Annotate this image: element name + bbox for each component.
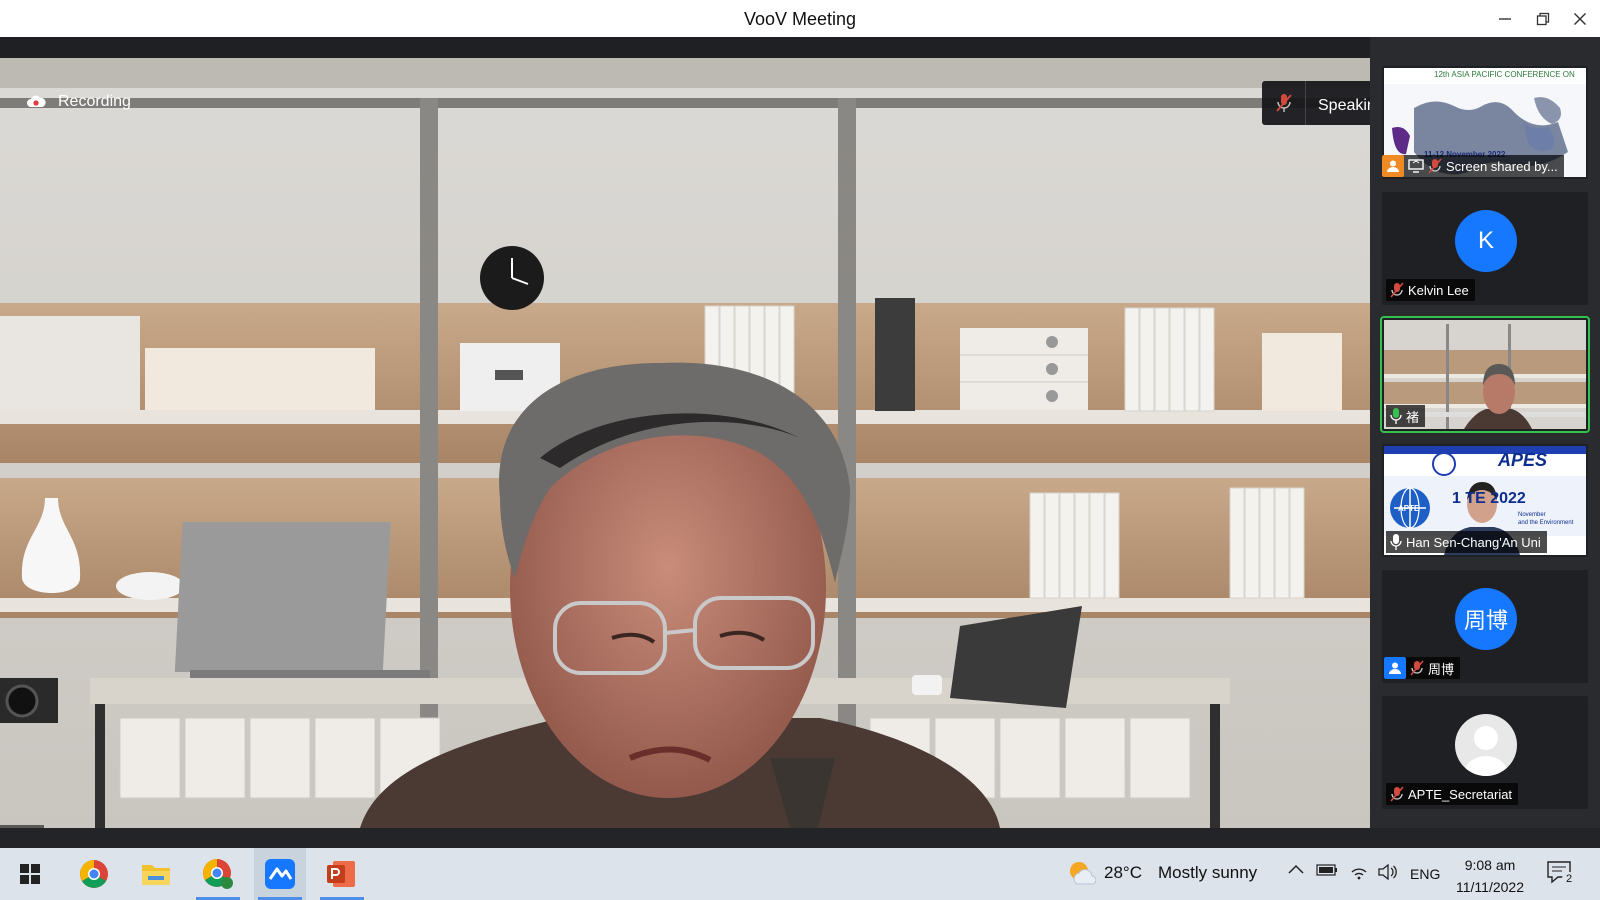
powerpoint-icon (327, 861, 355, 887)
mic-muted-icon (1410, 660, 1424, 676)
folder-icon (142, 865, 170, 885)
recording-label: Recording (58, 93, 131, 110)
conference-subtitle: and the Environment (1518, 520, 1574, 526)
recording-indicator[interactable]: Recording (26, 93, 131, 111)
close-icon (1574, 13, 1586, 25)
chrome-profile-icon (203, 859, 233, 889)
participant-label: Screen shared by... (1382, 155, 1564, 177)
main-stage: Recording Speaking: 褚; 褚 (0, 37, 1568, 847)
participant-panel: 12th ASIA PACIFIC CONFERENCE ON 11-12 No… (1370, 37, 1600, 828)
taskbar-chrome[interactable] (68, 848, 120, 900)
participant-label: Kelvin Lee (1386, 279, 1475, 301)
clock-time: 9:08 am (1464, 857, 1516, 873)
participant-label: APTE_Secretariat (1386, 783, 1519, 805)
window-title: VooV Meeting (743, 9, 857, 29)
battery-icon (1316, 864, 1337, 876)
chevron-up-icon (1288, 864, 1304, 874)
host-badge-icon (1382, 155, 1404, 177)
participant-label: Han Sen-Chang'An Uni (1386, 531, 1547, 553)
voov-meeting-icon (265, 859, 295, 889)
wifi-status[interactable] (1350, 864, 1368, 880)
clock-date: 11/11/2022 (1456, 879, 1524, 895)
wifi-icon (1351, 868, 1367, 880)
speaking-mic-slot (1262, 81, 1306, 125)
participant-tile-apte-secretariat[interactable]: APTE_Secretariat (1382, 696, 1588, 809)
conference-month: November (1518, 512, 1546, 518)
windows-icon (20, 864, 40, 884)
main-video[interactable] (0, 58, 1370, 828)
speaker-video-frame (0, 58, 1370, 828)
show-hidden-icons-button[interactable] (1288, 864, 1304, 874)
mic-active-icon (1390, 408, 1402, 424)
mic-muted-icon (1390, 786, 1404, 802)
avatar: K (1455, 210, 1517, 272)
participant-name: Screen shared by... (1446, 158, 1558, 174)
participant-tile-active-speaker[interactable]: 褚 (1380, 316, 1590, 433)
participant-name: Han Sen-Chang'An Uni (1406, 534, 1541, 550)
participant-label: 褚 (1386, 405, 1426, 427)
participant-name: APTE_Secretariat (1408, 786, 1513, 802)
mic-muted-icon (1275, 94, 1292, 112)
input-language[interactable]: ENG (1410, 866, 1440, 882)
conference-logo: APES (1498, 450, 1548, 470)
taskbar-voov-meeting[interactable] (254, 848, 306, 900)
notification-count: 2 (1562, 872, 1576, 886)
start-button[interactable] (4, 848, 56, 900)
participant-name: 周博 (1428, 661, 1455, 677)
speaker-icon (1378, 864, 1397, 880)
battery-status[interactable] (1316, 864, 1338, 876)
weather-desc: Mostly sunny (1157, 863, 1258, 882)
participant-name: Kelvin Lee (1408, 282, 1469, 298)
restore-icon (1536, 12, 1550, 26)
screen-share-icon (1408, 159, 1424, 173)
participant-tile-screen-share[interactable]: 12th ASIA PACIFIC CONFERENCE ON 11-12 No… (1382, 66, 1588, 179)
taskbar-powerpoint[interactable] (316, 848, 368, 900)
taskbar-file-explorer[interactable] (130, 848, 182, 900)
conference-seal: APTE (1398, 504, 1420, 513)
cohost-badge-icon (1384, 657, 1406, 679)
default-user-icon (1463, 726, 1509, 776)
cloud-recording-icon (27, 95, 46, 107)
close-button[interactable] (1565, 6, 1595, 32)
weather-widget[interactable]: 28°C Mostly sunny (1068, 860, 1257, 886)
shared-screen-banner: 12th ASIA PACIFIC CONFERENCE ON (1434, 70, 1575, 79)
chrome-icon (80, 860, 108, 888)
participant-tile-zhou-bo[interactable]: 周博 周博 (1382, 570, 1588, 683)
taskbar: 28°C Mostly sunny ENG 9:08 am 11/11/2022… (0, 828, 1600, 900)
participant-tile-kelvin-lee[interactable]: K Kelvin Lee (1382, 192, 1588, 305)
weather-temp: 28°C (1104, 863, 1142, 882)
minimize-button[interactable] (1490, 6, 1520, 32)
participant-name: 褚 (1406, 409, 1420, 425)
avatar: 周博 (1455, 588, 1517, 650)
mic-icon (1390, 534, 1402, 550)
title-bar: VooV Meeting (0, 0, 1600, 37)
participant-label: 周博 (1384, 657, 1461, 679)
participant-tile-han-sen[interactable]: APES 1 TE 2022 November and the Environm… (1382, 444, 1588, 557)
minimize-icon (1499, 18, 1511, 20)
partly-sunny-icon (1070, 862, 1096, 885)
taskbar-chrome-profile[interactable] (192, 848, 244, 900)
avatar (1455, 714, 1517, 776)
notification-center-button[interactable]: 2 (1546, 860, 1576, 889)
mic-muted-icon (1428, 158, 1442, 174)
mic-muted-icon (1390, 282, 1404, 298)
conference-title: 1 TE 2022 (1452, 490, 1526, 507)
restore-button[interactable] (1528, 6, 1558, 32)
volume-control[interactable] (1378, 864, 1398, 880)
system-clock[interactable]: 9:08 am 11/11/2022 (1450, 854, 1530, 898)
